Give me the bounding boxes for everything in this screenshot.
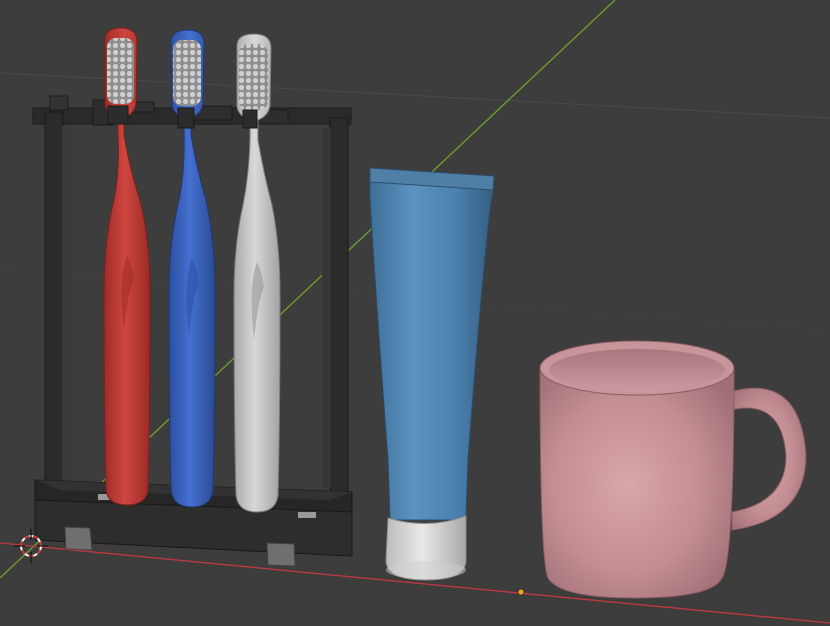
toothpaste-tube[interactable] [369, 167, 495, 581]
viewport-canvas[interactable] [0, 0, 830, 626]
3d-viewport[interactable] [0, 0, 830, 626]
mug[interactable] [539, 340, 807, 599]
toothbrush-white[interactable] [233, 33, 281, 513]
toothbrush-red[interactable] [103, 27, 151, 506]
object-origin-icon[interactable] [517, 588, 525, 596]
toothbrush-blue[interactable] [168, 29, 216, 508]
